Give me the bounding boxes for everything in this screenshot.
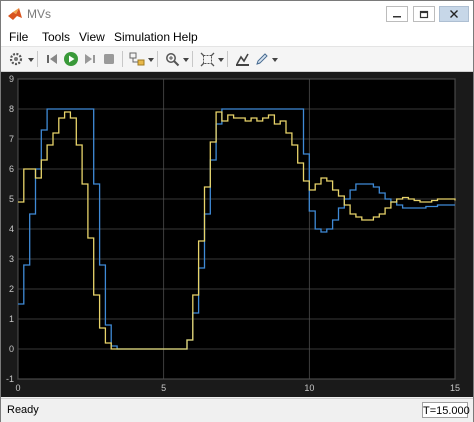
settings-dropdown-arrow-icon[interactable] (28, 58, 34, 62)
gear-icon (9, 52, 23, 66)
simulation-time: T=15.000 (422, 402, 470, 418)
status-bar: Ready T=15.000 (1, 398, 473, 422)
run-icon (64, 52, 78, 66)
menu-bar: File Tools View Simulation Help (1, 28, 473, 47)
run-button[interactable] (62, 50, 80, 68)
y-tick-label: 5 (9, 194, 14, 204)
zoom-icon (165, 52, 179, 66)
menu-view[interactable]: View (79, 30, 105, 44)
toolbar-separator (157, 51, 158, 67)
y-tick-label: 7 (9, 134, 14, 144)
status-text: Ready (7, 404, 39, 416)
toolbar (1, 47, 473, 72)
x-tick-label: 15 (450, 383, 460, 393)
toolbar-separator (192, 51, 193, 67)
style-button[interactable] (233, 50, 251, 68)
edit-dropdown-arrow-icon[interactable] (272, 58, 278, 62)
highlight-block-button[interactable] (128, 50, 146, 68)
line-chart[interactable]: -101234567890 5 10 15 (1, 72, 473, 397)
step-back-button[interactable] (43, 50, 61, 68)
y-tick-label: 8 (9, 104, 14, 114)
step-forward-button[interactable] (81, 50, 99, 68)
y-tick-label: 4 (9, 224, 14, 234)
x-tick-label: 0 (15, 383, 20, 393)
settings-button[interactable] (7, 50, 25, 68)
toolbar-separator (37, 51, 38, 67)
restore-icon (419, 10, 429, 19)
scope-window: MVs File Tools View Simulation Help -1 0… (0, 0, 474, 422)
step-back-icon (47, 54, 57, 64)
x-tick-label: 5 (161, 383, 166, 393)
y-tick-label: 2 (9, 284, 14, 294)
menu-file[interactable]: File (9, 30, 28, 44)
menu-tools[interactable]: Tools (42, 30, 70, 44)
toolbar-separator (227, 51, 228, 67)
x-tick-label: 10 (304, 383, 314, 393)
zoom-button[interactable] (163, 50, 181, 68)
step-forward-icon (85, 54, 95, 64)
close-icon (450, 10, 458, 18)
zoom-dropdown-arrow-icon[interactable] (183, 58, 189, 62)
y-tick-label: 6 (9, 164, 14, 174)
style-icon (235, 53, 249, 66)
highlight-block-icon (129, 52, 145, 66)
edit-icon (255, 52, 268, 65)
maximize-button[interactable] (413, 6, 435, 22)
highlight-dropdown-arrow-icon[interactable] (148, 58, 154, 62)
fit-to-view-button[interactable] (198, 50, 216, 68)
menu-simulation[interactable]: Simulation (114, 30, 170, 44)
y-tick-label: 9 (9, 74, 14, 84)
menu-help[interactable]: Help (173, 30, 198, 44)
stop-button[interactable] (100, 50, 118, 68)
fit-dropdown-arrow-icon[interactable] (218, 58, 224, 62)
fit-to-view-icon (200, 52, 214, 66)
minimize-button[interactable] (386, 6, 408, 22)
y-tick-label: 1 (9, 314, 14, 324)
stop-icon (104, 54, 114, 64)
close-button[interactable] (439, 6, 469, 22)
edit-button[interactable] (252, 50, 270, 68)
title-bar: MVs (1, 1, 473, 28)
y-tick-label: -1 (6, 374, 14, 384)
window-title: MVs (27, 7, 51, 21)
y-tick-label: 3 (9, 254, 14, 264)
minimize-icon (393, 16, 401, 18)
matlab-logo-icon (8, 8, 22, 20)
y-tick-label: 0 (9, 344, 14, 354)
toolbar-separator (122, 51, 123, 67)
